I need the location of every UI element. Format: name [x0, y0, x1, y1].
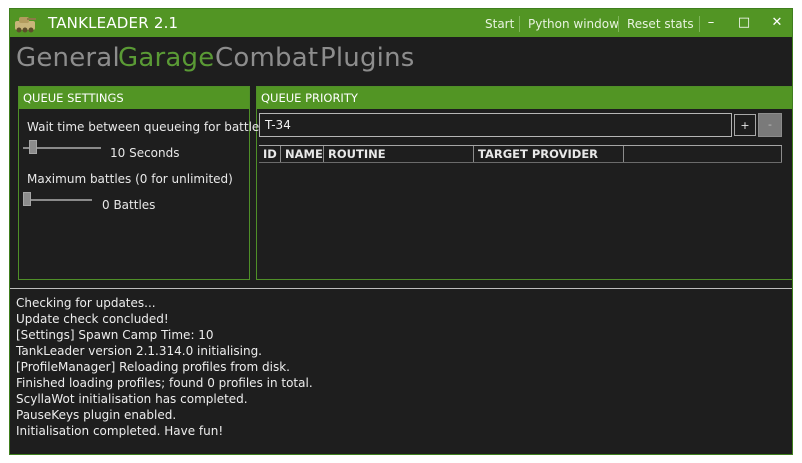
- remove-tank-button[interactable]: -: [758, 113, 782, 137]
- tab-combat[interactable]: Combat: [215, 43, 318, 73]
- log-line: [Settings] Spawn Camp Time: 10: [16, 328, 214, 342]
- max-battles-value: 0 Battles: [102, 198, 156, 212]
- app-title: TANKLEADER 2.1: [48, 14, 179, 32]
- log-line: PauseKeys plugin enabled.: [16, 408, 177, 422]
- menu-separator: [618, 16, 619, 32]
- python-window-link[interactable]: Python window: [528, 17, 619, 31]
- log-line: Checking for updates...: [16, 296, 156, 310]
- log-line: ScyllaWot initialisation has completed.: [16, 392, 248, 406]
- tab-garage[interactable]: Garage: [118, 43, 214, 73]
- column-name[interactable]: NAME: [281, 146, 324, 162]
- queue-settings-header: QUEUE SETTINGS: [19, 87, 249, 109]
- close-button[interactable]: ✕: [766, 14, 788, 32]
- reset-stats-link[interactable]: Reset stats: [627, 17, 694, 31]
- minimize-button[interactable]: –: [700, 14, 722, 32]
- log-line: TankLeader version 2.1.314.0 initialisin…: [16, 344, 262, 358]
- maximize-button[interactable]: □: [733, 14, 755, 32]
- queue-priority-header: QUEUE PRIORITY: [257, 87, 792, 109]
- add-tank-button[interactable]: +: [734, 114, 756, 136]
- log-line: Finished loading profiles; found 0 profi…: [16, 376, 313, 390]
- wait-time-slider-thumb[interactable]: [29, 140, 37, 154]
- log-line: Initialisation completed. Have fun!: [16, 424, 224, 438]
- max-battles-label: Maximum battles (0 for unlimited): [27, 172, 233, 186]
- log-output[interactable]: Checking for updates... Update check con…: [10, 288, 792, 454]
- menu-separator: [519, 16, 520, 32]
- title-bar[interactable]: TANKLEADER 2.1 Start Python window Reset…: [10, 9, 792, 37]
- queue-grid-header: ID NAME ROUTINE TARGET PROVIDER: [259, 145, 782, 163]
- column-routine[interactable]: ROUTINE: [324, 146, 474, 162]
- wait-time-value: 10 Seconds: [110, 146, 180, 160]
- column-target-provider[interactable]: TARGET PROVIDER: [474, 146, 624, 162]
- tank-search-input[interactable]: T-34: [259, 113, 732, 137]
- tank-logo-icon: [15, 17, 36, 33]
- max-battles-slider-track[interactable]: [23, 199, 92, 201]
- wait-time-label: Wait time between queueing for battles:: [27, 120, 270, 134]
- column-filler: [624, 146, 782, 162]
- log-line: Update check concluded!: [16, 312, 169, 326]
- log-line: [ProfileManager] Reloading profiles from…: [16, 360, 290, 374]
- max-battles-slider-thumb[interactable]: [23, 192, 31, 206]
- tab-plugins[interactable]: Plugins: [320, 43, 415, 73]
- column-id[interactable]: ID: [259, 146, 281, 162]
- start-link[interactable]: Start: [485, 17, 514, 31]
- tab-general[interactable]: General: [16, 43, 120, 73]
